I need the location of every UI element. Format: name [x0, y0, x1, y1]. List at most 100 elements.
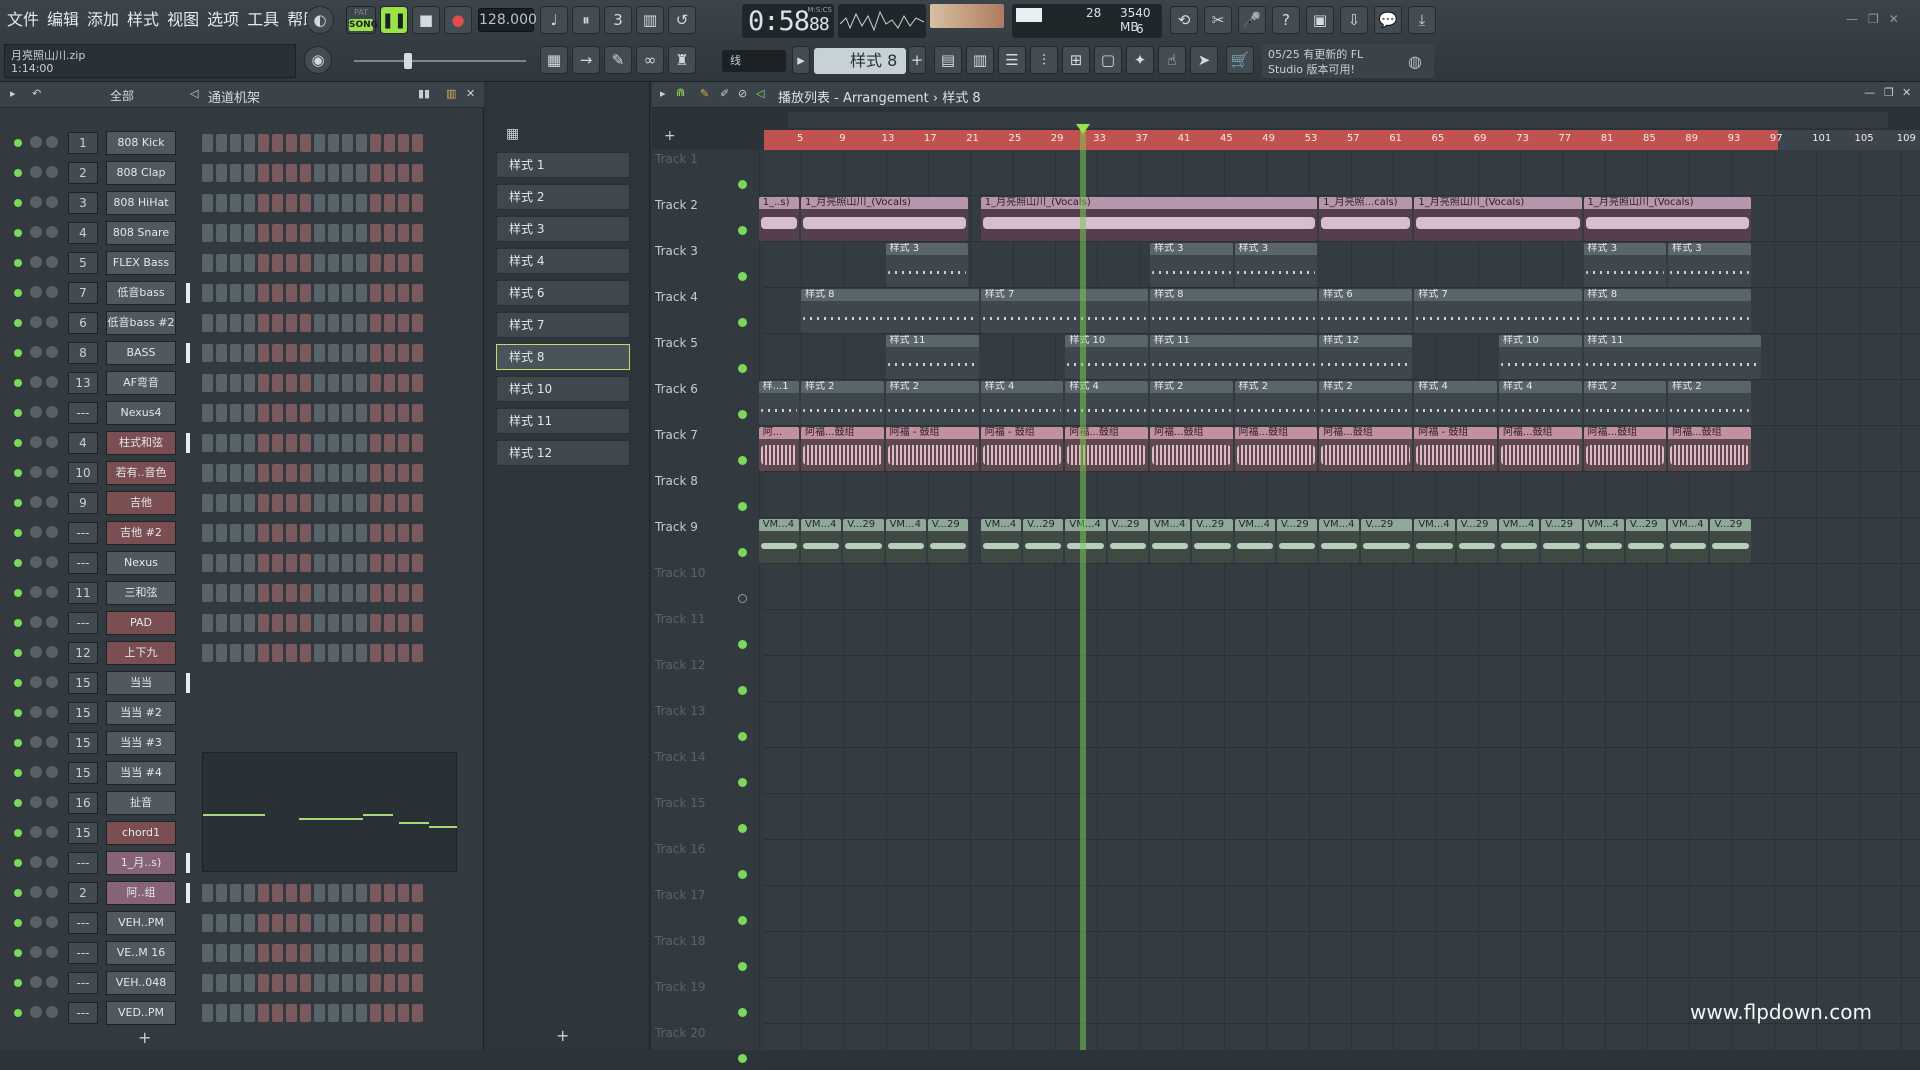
playlist-clip[interactable]: 样式 8 — [801, 289, 979, 333]
step-button[interactable] — [244, 374, 255, 392]
pan-knob-icon[interactable] — [30, 1006, 42, 1018]
step-button[interactable] — [258, 974, 269, 992]
step-button[interactable] — [314, 284, 325, 302]
pan-knob-icon[interactable] — [30, 886, 42, 898]
step-button[interactable] — [384, 194, 395, 212]
menu-item[interactable]: 编辑 — [44, 6, 82, 34]
step-button[interactable] — [328, 224, 339, 242]
step-button[interactable] — [412, 194, 423, 212]
step-button[interactable] — [230, 614, 241, 632]
playlist-clip[interactable]: 1_月亮照山川_(Vocals) — [1583, 197, 1751, 241]
mini-piano-roll[interactable] — [202, 752, 457, 872]
track-name[interactable]: Track 17 — [655, 888, 751, 902]
step-button[interactable] — [398, 974, 409, 992]
step-button[interactable] — [314, 584, 325, 602]
step-button[interactable] — [384, 374, 395, 392]
channel-row[interactable]: 7 低音bass — [0, 278, 484, 308]
step-button[interactable] — [258, 644, 269, 662]
playlist-clip[interactable]: 样式 3 — [1583, 243, 1667, 287]
step-button[interactable] — [244, 584, 255, 602]
channel-name-button[interactable]: 低音bass — [106, 281, 176, 305]
step-button[interactable] — [300, 314, 311, 332]
step-button[interactable] — [300, 944, 311, 962]
step-button[interactable] — [230, 164, 241, 182]
step-button[interactable] — [412, 164, 423, 182]
step-button[interactable] — [202, 374, 213, 392]
mixer-track-number[interactable]: --- — [68, 912, 98, 934]
step-button[interactable] — [314, 944, 325, 962]
step-button[interactable] — [272, 1004, 283, 1022]
step-button[interactable] — [342, 914, 353, 932]
pattern-item[interactable]: 样式 10 — [496, 376, 630, 402]
channel-led-icon[interactable] — [14, 289, 22, 297]
step-button[interactable] — [244, 884, 255, 902]
step-button[interactable] — [300, 494, 311, 512]
mixer-track-number[interactable]: 12 — [68, 642, 98, 664]
pan-knob-icon[interactable] — [30, 766, 42, 778]
step-button[interactable] — [384, 164, 395, 182]
playlist-clip[interactable]: 阿福 - 鼓组 — [885, 427, 979, 471]
mixer-track-number[interactable]: --- — [68, 852, 98, 874]
playlist-clip[interactable]: 样式 6 — [1319, 289, 1413, 333]
pan-knob-icon[interactable] — [30, 526, 42, 538]
step-button[interactable] — [356, 404, 367, 422]
channel-led-icon[interactable] — [14, 859, 22, 867]
channel-row[interactable]: --- VEH..PM — [0, 908, 484, 938]
pan-knob-icon[interactable] — [30, 316, 42, 328]
channel-name-button[interactable]: 808 Clap — [106, 161, 176, 185]
step-button[interactable] — [328, 584, 339, 602]
step-button[interactable] — [384, 614, 395, 632]
track-name[interactable]: Track 19 — [655, 980, 751, 994]
touch-controller-icon[interactable]: ✦ — [1126, 46, 1154, 74]
step-button[interactable] — [216, 914, 227, 932]
track-name[interactable]: Track 7 — [655, 428, 751, 442]
track-mute-icon[interactable] — [738, 778, 747, 787]
playlist-clip[interactable]: 1_..s) — [758, 197, 799, 241]
volume-knob-icon[interactable] — [46, 406, 58, 418]
step-button[interactable] — [314, 974, 325, 992]
channel-name-button[interactable]: 若有..音色 — [106, 461, 176, 485]
channel-name-button[interactable]: FLEX Bass — [106, 251, 176, 275]
step-button[interactable] — [384, 284, 395, 302]
piano-icon[interactable]: ▦ — [540, 46, 568, 74]
step-button[interactable] — [272, 224, 283, 242]
channel-row[interactable]: 11 三和弦 — [0, 578, 484, 608]
shop-icon[interactable]: 🛒 — [1226, 46, 1254, 74]
step-button[interactable] — [328, 464, 339, 482]
step-button[interactable] — [272, 524, 283, 542]
playlist-clip[interactable]: V...29 — [1361, 519, 1413, 563]
link-icon[interactable]: ∞ — [636, 46, 664, 74]
pan-knob-icon[interactable] — [30, 586, 42, 598]
step-button[interactable] — [216, 944, 227, 962]
step-button[interactable] — [244, 554, 255, 572]
step-button[interactable] — [272, 914, 283, 932]
step-button[interactable] — [356, 644, 367, 662]
step-button[interactable] — [300, 404, 311, 422]
step-button[interactable] — [342, 314, 353, 332]
stop-icon[interactable]: ■ — [412, 6, 440, 34]
pan-knob-icon[interactable] — [30, 436, 42, 448]
step-button[interactable] — [328, 254, 339, 272]
step-sequencer[interactable] — [202, 224, 423, 242]
step-button[interactable] — [216, 254, 227, 272]
channel-row[interactable]: --- Nexus — [0, 548, 484, 578]
graph-editor-icon[interactable]: ▮▮ — [418, 87, 430, 100]
step-button[interactable] — [398, 554, 409, 572]
step-sequencer[interactable] — [202, 374, 423, 392]
step-button[interactable] — [384, 584, 395, 602]
playlist-clip[interactable]: 样式 2 — [1319, 381, 1413, 425]
step-button[interactable] — [230, 884, 241, 902]
pan-knob-icon[interactable] — [30, 676, 42, 688]
step-button[interactable] — [258, 134, 269, 152]
step-button[interactable] — [384, 914, 395, 932]
step-button[interactable] — [272, 944, 283, 962]
step-button[interactable] — [328, 524, 339, 542]
timeline-ruler[interactable]: 5 9 13 17 21 25 29 33 37 41 45 49 53 57 61 65 69 73 77 81 85… — [764, 130, 1920, 150]
playlist-clip[interactable]: V...29 — [1456, 519, 1497, 563]
step-button[interactable] — [384, 434, 395, 452]
step-button[interactable] — [300, 254, 311, 272]
step-button[interactable] — [328, 164, 339, 182]
playlist-clip[interactable]: VM...4 — [1583, 519, 1624, 563]
channel-row[interactable]: 12 上下九 — [0, 638, 484, 668]
track-name[interactable]: Track 5 — [655, 336, 751, 350]
